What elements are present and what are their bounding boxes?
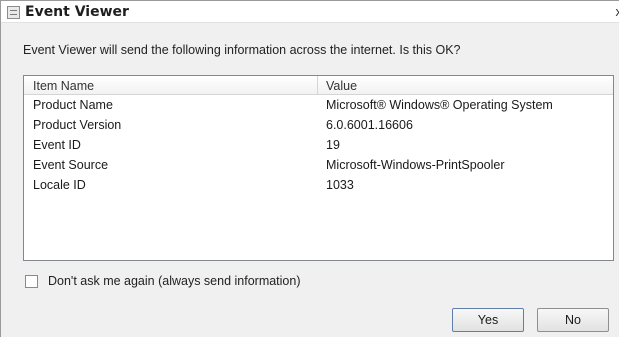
table-row[interactable]: Product Version 6.0.6001.16606: [24, 116, 613, 136]
yes-button[interactable]: Yes: [452, 308, 524, 332]
item-name-cell: Event ID: [33, 138, 81, 152]
dont-ask-again-label[interactable]: Don't ask me again (always send informat…: [48, 274, 301, 288]
value-cell: 19: [326, 138, 340, 152]
table-row[interactable]: Event Source Microsoft-Windows-PrintSpoo…: [24, 156, 613, 176]
window-title: Event Viewer: [25, 4, 129, 20]
info-list-view[interactable]: Item Name Value Product Name Microsoft® …: [23, 75, 614, 261]
table-row[interactable]: Product Name Microsoft® Windows® Operati…: [24, 96, 613, 116]
item-name-cell: Event Source: [33, 158, 109, 172]
dont-ask-again-checkbox[interactable]: [25, 275, 38, 288]
column-header-item-name[interactable]: Item Name: [33, 79, 94, 93]
column-header-value[interactable]: Value: [326, 79, 357, 93]
title-bar[interactable]: Event Viewer x: [1, 1, 619, 23]
no-button[interactable]: No: [537, 308, 609, 332]
item-name-cell: Product Version: [33, 118, 122, 132]
item-name-cell: Product Name: [33, 98, 113, 112]
column-separator[interactable]: [317, 76, 318, 95]
value-cell: 6.0.6001.16606: [326, 118, 413, 132]
item-name-cell: Locale ID: [33, 178, 86, 192]
value-cell: Microsoft-Windows-PrintSpooler: [326, 158, 505, 172]
event-viewer-dialog: Event Viewer x Event Viewer will send th…: [0, 0, 619, 337]
table-row[interactable]: Event ID 19: [24, 136, 613, 156]
value-cell: Microsoft® Windows® Operating System: [326, 98, 553, 112]
table-row[interactable]: Locale ID 1033: [24, 176, 613, 196]
prompt-text: Event Viewer will send the following inf…: [23, 43, 461, 57]
value-cell: 1033: [326, 178, 354, 192]
list-header: Item Name Value: [24, 76, 613, 95]
close-icon[interactable]: x: [616, 4, 619, 19]
event-viewer-icon: [7, 6, 20, 19]
